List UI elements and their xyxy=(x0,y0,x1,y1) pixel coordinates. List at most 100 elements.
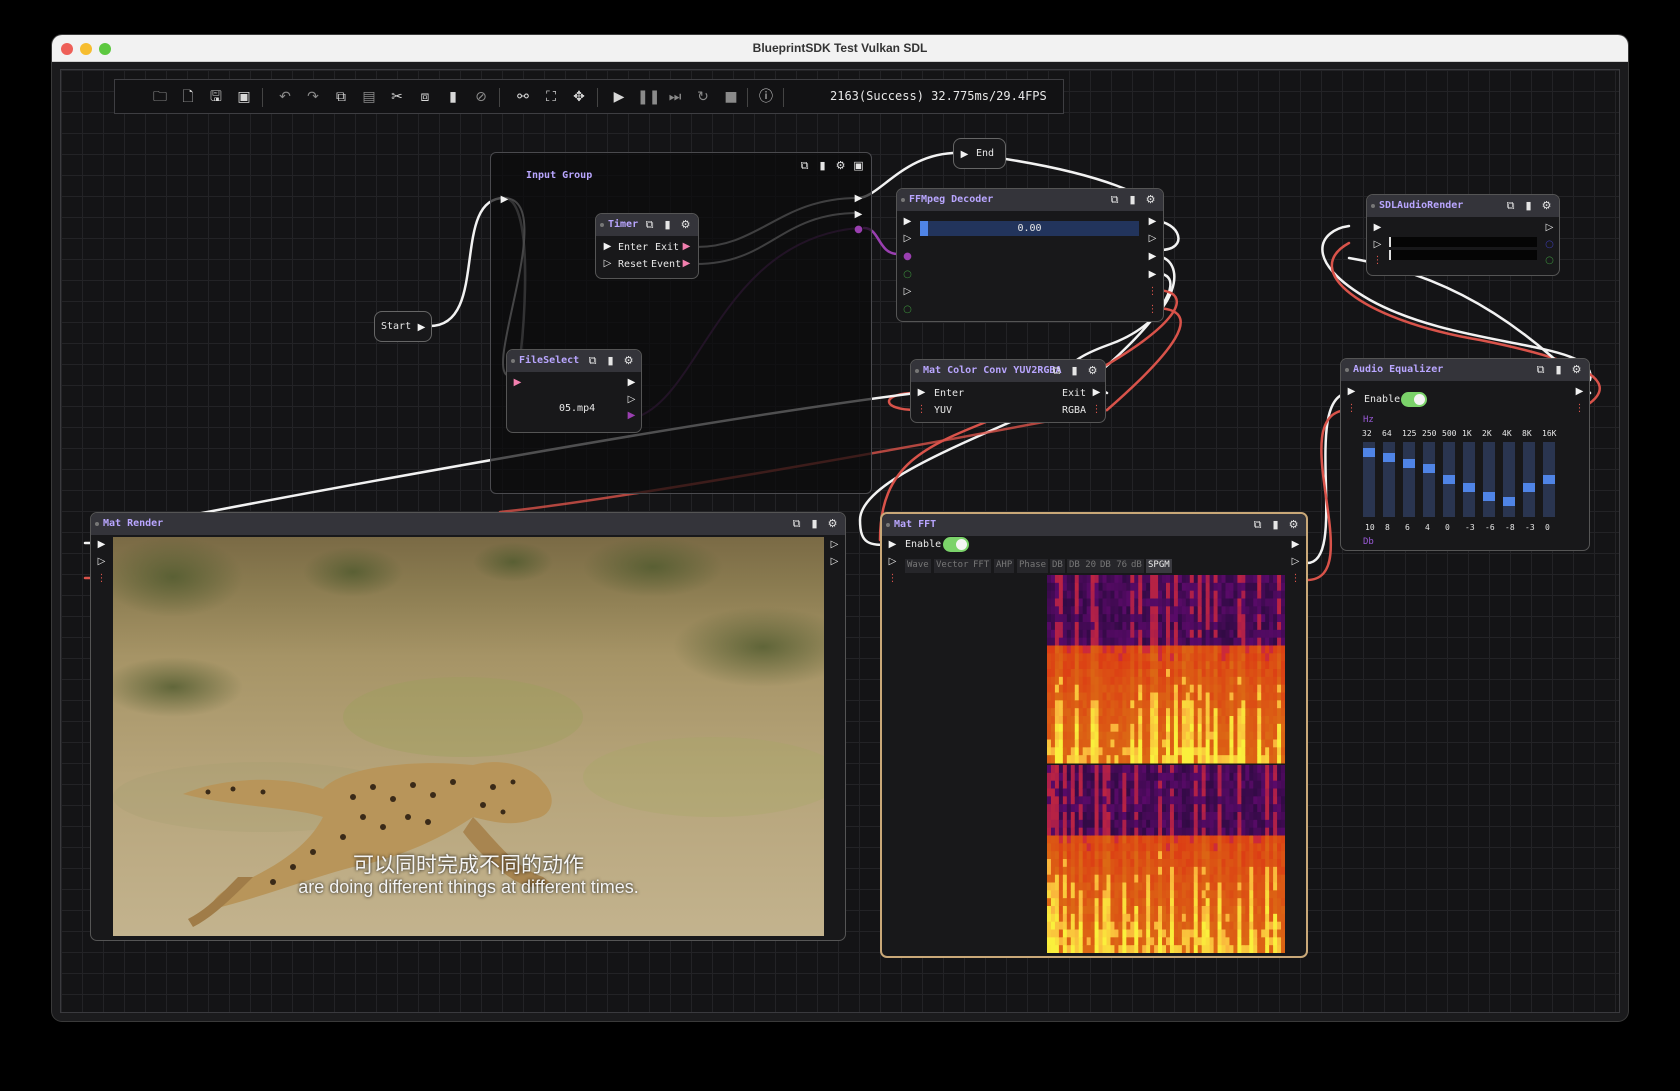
tab-db-20[interactable]: DB 20 xyxy=(1067,559,1099,573)
group-exec-in-pin[interactable]: ▶ xyxy=(499,194,510,205)
fit-view-icon[interactable]: ⛶ xyxy=(541,87,561,107)
reset-in-pin[interactable]: ▷ xyxy=(96,556,107,567)
info-icon[interactable]: ⓘ xyxy=(756,87,776,107)
mat-out-pin[interactable]: ⋮ xyxy=(1147,286,1158,297)
undo-icon[interactable]: ↶ xyxy=(275,87,295,107)
group-exec-out-pin[interactable]: ▶ xyxy=(853,209,864,220)
audio-equalizer-node[interactable]: Audio Equalizer ⧉ ▮ ⚙ ▶ ⋮ ▶ ⋮ Enable Hz 32… xyxy=(1340,358,1590,551)
file-select-node[interactable]: FileSelect ⧉ ▮ ⚙ ▶ ▶ ▷ 05.mp4 ▶ xyxy=(506,349,642,433)
data-out-pin[interactable]: ▷ xyxy=(626,394,637,405)
audio-out-pin[interactable]: ▶ xyxy=(1147,269,1158,280)
audio-in-pin[interactable]: ⋮ xyxy=(1346,403,1357,414)
exec-in-pin[interactable]: ▶ xyxy=(602,241,613,252)
file-name[interactable]: 05.mp4 xyxy=(559,403,595,414)
gear-icon[interactable]: ⚙ xyxy=(1540,199,1553,212)
audio-out-pin[interactable]: ⋮ xyxy=(1574,403,1585,414)
exec-out-pin[interactable]: ▷ xyxy=(1544,222,1555,233)
band-slider[interactable] xyxy=(1363,442,1375,517)
start-node[interactable]: Start ▶ xyxy=(374,311,432,342)
mat-render-node[interactable]: Mat Render ⧉ ▮ ⚙ ▶ ▷ ⋮ ▷ ▷ 可以同时完成不同的动作 a… xyxy=(90,512,846,941)
exec-in-pin[interactable]: ▶ xyxy=(512,377,523,388)
new-file-icon[interactable]: 🗋 xyxy=(178,87,198,107)
mat-out-pin[interactable]: ⋮ xyxy=(1147,304,1158,315)
exec-in-pin[interactable]: ▶ xyxy=(959,149,970,160)
band-slider[interactable] xyxy=(1403,442,1415,517)
tab-vector[interactable]: Vector xyxy=(934,559,971,573)
enable-toggle[interactable] xyxy=(943,537,969,552)
gear-icon[interactable]: ⚙ xyxy=(826,517,839,530)
gear-icon[interactable]: ⚙ xyxy=(1570,363,1583,376)
tab-phase[interactable]: Phase xyxy=(1017,559,1049,573)
center-icon[interactable]: ✥ xyxy=(569,87,589,107)
mat-in-pin[interactable]: ⋮ xyxy=(916,404,927,415)
band-slider-knob[interactable] xyxy=(1423,464,1435,473)
duplicate-icon[interactable]: ⧈ xyxy=(415,87,435,107)
duplicate-icon[interactable]: ⧉ xyxy=(1534,363,1547,376)
data-out-pin[interactable]: ○ xyxy=(1544,239,1555,250)
band-slider-knob[interactable] xyxy=(1543,475,1555,484)
exec-out-pin[interactable]: ▶ xyxy=(681,241,692,252)
delete-icon[interactable]: ▮ xyxy=(1522,199,1535,212)
band-slider-knob[interactable] xyxy=(1503,497,1515,506)
delete-icon[interactable]: ▮ xyxy=(1552,363,1565,376)
band-slider[interactable] xyxy=(1423,442,1435,517)
exec-out-pin[interactable]: ▶ xyxy=(1574,386,1585,397)
stop-icon[interactable]: ■ xyxy=(721,87,741,107)
delete-icon[interactable]: ▮ xyxy=(661,218,674,231)
band-slider[interactable] xyxy=(1383,442,1395,517)
ffmpeg-decoder-node[interactable]: FFMpeg Decoder ⧉ ▮ ⚙ ▶ ▷ ● ○ ▷ ○ 0.00 ▶ ▷ … xyxy=(896,188,1164,322)
copy-icon[interactable]: ⧉ xyxy=(331,87,351,107)
exec-out-pin[interactable]: ▶ xyxy=(416,322,427,333)
reload-icon[interactable]: ↻ xyxy=(693,87,713,107)
redo-icon[interactable]: ↷ xyxy=(303,87,323,107)
gear-icon[interactable]: ⚙ xyxy=(1144,193,1157,206)
band-slider[interactable] xyxy=(1523,442,1535,517)
audio-in-pin[interactable]: ⋮ xyxy=(1372,255,1383,266)
mat-out-pin[interactable]: ⋮ xyxy=(1091,404,1102,415)
delete-icon[interactable]: ▮ xyxy=(443,87,463,107)
band-slider-knob[interactable] xyxy=(1443,475,1455,484)
exec-in-pin[interactable]: ▶ xyxy=(916,387,927,398)
save-icon[interactable]: 🖫 xyxy=(206,87,226,107)
delete-icon[interactable]: ▮ xyxy=(604,354,617,367)
data-in-pin[interactable]: ▷ xyxy=(902,286,913,297)
gear-icon[interactable]: ⚙ xyxy=(679,218,692,231)
tab-wave[interactable]: Wave xyxy=(905,559,931,573)
timer-node[interactable]: Timer ⧉ ▮ ⚙ ▶ Enter Exit ▶ ▷ Reset Event ▶ xyxy=(595,213,699,279)
path-in-pin[interactable]: ● xyxy=(902,251,913,262)
exec-out-pin[interactable]: ▶ xyxy=(1091,387,1102,398)
duplicate-icon[interactable]: ⧉ xyxy=(1251,518,1264,531)
band-slider[interactable] xyxy=(1443,442,1455,517)
band-slider-knob[interactable] xyxy=(1523,483,1535,492)
tab-ahp[interactable]: AHP xyxy=(994,559,1015,573)
delete-icon[interactable]: ▮ xyxy=(1126,193,1139,206)
exec-in-pin[interactable]: ▶ xyxy=(1346,386,1357,397)
mat-out-pin[interactable]: ⋮ xyxy=(1290,573,1301,584)
gear-icon[interactable]: ⚙ xyxy=(622,354,635,367)
data-in-pin[interactable]: ○ xyxy=(902,304,913,315)
tab-db[interactable]: DB xyxy=(1050,559,1065,573)
progress-bar[interactable]: 0.00 xyxy=(920,221,1139,236)
disable-icon[interactable]: ⊘ xyxy=(471,87,491,107)
step-icon[interactable]: ⏭ xyxy=(665,87,685,107)
gear-icon[interactable]: ⚙ xyxy=(834,159,847,172)
reset-in-pin[interactable]: ▷ xyxy=(887,556,898,567)
reset-in-pin[interactable]: ▷ xyxy=(1372,239,1383,250)
exec-in-pin[interactable]: ▶ xyxy=(96,539,107,550)
duplicate-icon[interactable]: ⧉ xyxy=(790,517,803,530)
exec-in-pin[interactable]: ▶ xyxy=(1372,222,1383,233)
event-out-pin[interactable]: ▶ xyxy=(681,258,692,269)
exec-in-pin[interactable]: ▶ xyxy=(902,216,913,227)
duplicate-icon[interactable]: ⧉ xyxy=(586,354,599,367)
exec-out-pin[interactable]: ▶ xyxy=(626,377,637,388)
save-all-icon[interactable]: ▣ xyxy=(234,87,254,107)
tab-spgm[interactable]: SPGM xyxy=(1146,559,1172,573)
input-group-node[interactable]: Input Group ⧉ ▮ ⚙ ▣ ▶ ▶ ▶ ● xyxy=(490,152,872,494)
mat-color-conv-node[interactable]: Mat Color Conv YUV2RGBA ⧉ ▮ ⚙ ▶ Enter Exit… xyxy=(910,359,1106,423)
data-out-pin[interactable]: ▷ xyxy=(829,556,840,567)
data-out-pin[interactable]: ▷ xyxy=(1147,233,1158,244)
band-slider-knob[interactable] xyxy=(1483,492,1495,501)
mat-in-pin[interactable]: ⋮ xyxy=(887,573,898,584)
tab-db[interactable]: dB xyxy=(1129,559,1144,573)
data-in-pin[interactable]: ○ xyxy=(902,269,913,280)
